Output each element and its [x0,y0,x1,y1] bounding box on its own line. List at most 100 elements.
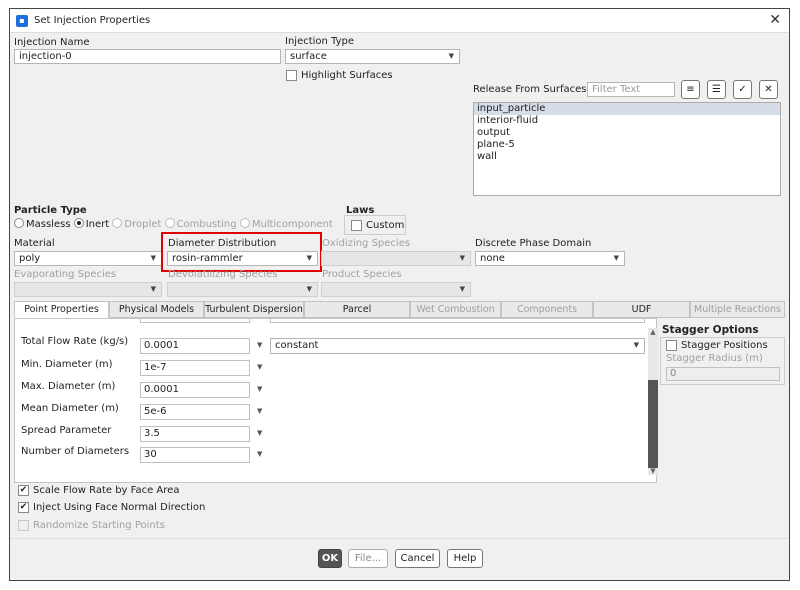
chevron-down-icon: ▼ [633,341,639,349]
oxidizing-species-select[interactable]: ▼ [321,251,471,266]
stagger-positions-checkbox[interactable] [666,340,677,351]
chevron-down-icon[interactable]: ▼ [257,450,262,458]
material-select[interactable]: poly ▼ [14,251,162,266]
discrete-phase-domain-select[interactable]: none ▼ [475,251,625,266]
stagger-radius-input[interactable]: 0 [666,367,780,381]
chevron-down-icon: ▼ [150,285,156,293]
file-button[interactable]: File... [348,549,388,568]
tab-parcel[interactable]: Parcel [304,301,410,318]
highlight-box [161,232,322,272]
check-list-icon[interactable]: ✓ [733,80,752,99]
tab-point-properties[interactable]: Point Properties [14,301,109,318]
filter-text-input[interactable]: Filter Text [587,82,675,97]
tab-turbulent-dispersion[interactable]: Turbulent Dispersion [204,301,304,318]
evaporating-species-label: Evaporating Species [14,269,117,280]
tab-components[interactable]: Components [501,301,593,318]
spread-parameter-input[interactable]: 3.5 [140,426,250,442]
stagger-positions-label: Stagger Positions [681,340,768,351]
mean-diameter-label: Mean Diameter (m) [21,403,119,414]
scale-flow-rate-label: Scale Flow Rate by Face Area [33,485,180,496]
evaporating-species-select[interactable]: ▼ [14,282,162,297]
stagger-options-title: Stagger Options [662,324,759,336]
list-item[interactable]: interior-fluid [474,115,780,127]
list-item[interactable]: output [474,127,780,139]
custom-laws-label: Custom [366,220,405,231]
tab-multiple-reactions[interactable]: Multiple Reactions [690,301,785,318]
max-diameter-label: Max. Diameter (m) [21,381,116,392]
divider [10,538,789,539]
list-icon[interactable]: ☰ [707,80,726,99]
devolatilizing-species-select[interactable]: ▼ [167,282,318,297]
material-value: poly [19,253,41,264]
clipped-field [270,319,645,323]
chevron-down-icon: ▼ [150,254,156,262]
radio-combusting[interactable]: Combusting [164,218,237,230]
min-diameter-input[interactable]: 1e-7 [140,360,250,376]
inject-normal-checkbox[interactable]: ✔ [18,502,29,513]
discrete-phase-domain-label: Discrete Phase Domain [475,238,592,249]
ok-button[interactable]: OK [318,549,342,568]
cancel-button[interactable]: Cancel [395,549,440,568]
list-item[interactable]: plane-5 [474,139,780,151]
oxidizing-species-label: Oxidizing Species [322,238,411,249]
close-icon[interactable]: ✕ [769,12,781,28]
chevron-down-icon: ▼ [613,254,619,262]
radio-inert[interactable]: Inert [73,218,109,230]
spread-parameter-label: Spread Parameter [21,425,112,436]
injection-type-select[interactable]: surface ▼ [285,49,460,64]
injection-type-label: Injection Type [285,36,355,47]
release-from-surfaces-label: Release From Surfaces [473,84,587,95]
chevron-down-icon[interactable]: ▼ [257,429,262,437]
particle-type-label: Particle Type [14,205,87,216]
flow-rate-profile-value: constant [275,340,319,351]
discrete-phase-domain-value: none [480,253,505,264]
min-diameter-label: Min. Diameter (m) [21,359,113,370]
tab-udf[interactable]: UDF [593,301,690,318]
chevron-down-icon[interactable]: ▼ [257,363,262,371]
custom-laws-checkbox[interactable] [351,220,362,231]
radio-multicomponent[interactable]: Multicomponent [239,218,333,230]
select-all-icon[interactable]: ≡ [681,80,700,99]
window-title: Set Injection Properties [34,15,151,26]
chevron-down-icon[interactable]: ▼ [257,407,262,415]
injection-name-label: Injection Name [14,37,90,48]
number-of-diameters-label: Number of Diameters [21,446,130,457]
chevron-down-icon[interactable]: ▼ [257,341,262,349]
stagger-radius-label: Stagger Radius (m) [666,353,763,364]
clear-list-icon[interactable]: ✕ [759,80,778,99]
clipped-field [140,319,250,323]
product-species-select[interactable]: ▼ [321,282,471,297]
devolatilizing-species-label: Devolatilizing Species [168,269,278,280]
highlight-surfaces-label: Highlight Surfaces [301,70,393,81]
max-diameter-input[interactable]: 0.0001 [140,382,250,398]
surfaces-list[interactable]: input_particle interior-fluid output pla… [473,102,781,196]
flow-rate-profile-select[interactable]: constant ▼ [270,338,645,354]
radio-massless[interactable]: Massless [14,218,71,230]
chevron-down-icon: ▼ [459,254,465,262]
product-species-label: Product Species [322,269,402,280]
chevron-down-icon: ▼ [306,285,312,293]
randomize-checkbox[interactable] [18,520,29,531]
number-of-diameters-input[interactable]: 30 [140,447,250,463]
radio-droplet[interactable]: Droplet [112,218,161,230]
title-bar: ▪ Set Injection Properties ✕ [10,9,789,33]
scroll-down-icon[interactable]: ▼ [648,467,658,475]
point-properties-panel: Total Flow Rate (kg/s) 0.0001 ▼ constant… [14,318,657,483]
tab-wet-combustion[interactable]: Wet Combustion [410,301,501,318]
scrollbar-thumb[interactable] [648,380,658,468]
highlight-surfaces-checkbox[interactable] [286,70,297,81]
inject-normal-label: Inject Using Face Normal Direction [33,502,206,513]
scroll-up-icon[interactable]: ▲ [648,328,658,338]
tab-physical-models[interactable]: Physical Models [109,301,204,318]
particle-type-radios: Massless Inert Droplet Combusting Multic… [14,218,333,230]
injection-name-input[interactable]: injection-0 [14,49,281,64]
total-flow-rate-input[interactable]: 0.0001 [140,338,250,354]
randomize-label: Randomize Starting Points [33,520,165,531]
scale-flow-rate-checkbox[interactable]: ✔ [18,485,29,496]
help-button[interactable]: Help [447,549,483,568]
list-item[interactable]: wall [474,151,780,163]
chevron-down-icon[interactable]: ▼ [257,385,262,393]
mean-diameter-input[interactable]: 5e-6 [140,404,250,420]
material-label: Material [14,238,55,249]
list-item[interactable]: input_particle [474,103,780,115]
